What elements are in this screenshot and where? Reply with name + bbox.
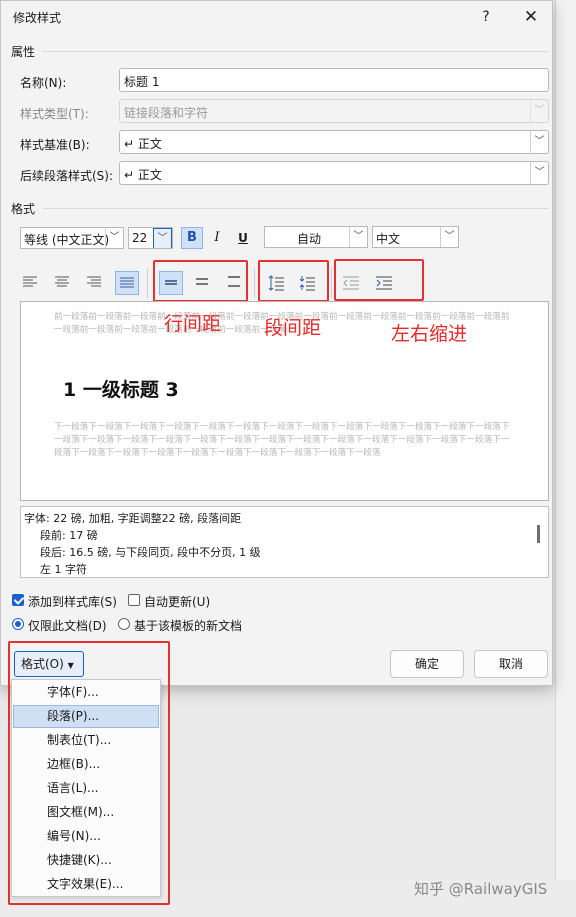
style-type-label: 样式类型(T): [20, 107, 89, 121]
auto-update-label[interactable]: 自动更新(U) [144, 593, 210, 610]
align-right-button[interactable] [83, 271, 107, 295]
description-line: 左 1 字符 [40, 563, 87, 576]
font-size-dropdown[interactable]: 22 ﹀ [128, 227, 173, 249]
chevron-down-icon[interactable]: ﹀ [349, 227, 367, 247]
indent-highlight [334, 259, 424, 301]
description-line: 段后: 16.5 磅, 与下段同页, 段中不分页, 1 级 [40, 546, 261, 559]
align-right-icon [87, 276, 101, 287]
properties-divider [43, 51, 548, 52]
title-bar: 修改样式 ? ✕ [1, 1, 554, 33]
align-center-icon [55, 276, 69, 287]
chevron-down-icon: ﹀ [530, 100, 548, 122]
font-value: 等线 (中文正文) [24, 233, 110, 247]
style-type-dropdown: 链接段落和字符 ﹀ [119, 99, 549, 123]
modify-style-dialog: 修改样式 ? ✕ 属性 名称(N): 标题 1 样式类型(T): 链接段落和字符… [0, 0, 553, 686]
based-on-label: 样式基准(B): [20, 138, 90, 152]
dialog-title: 修改样式 [13, 11, 62, 25]
justify-button[interactable] [115, 271, 139, 295]
description-scrollbar[interactable] [537, 525, 540, 543]
line-spacing-annotation: 行间距 [164, 313, 222, 335]
bold-button[interactable]: B [181, 227, 203, 249]
align-left-button[interactable] [19, 271, 43, 295]
name-label: 名称(N): [20, 76, 67, 90]
only-this-document-label[interactable]: 仅限此文档(D) [28, 617, 107, 634]
following-style-value: ↵ 正文 [124, 168, 162, 182]
close-icon[interactable]: ✕ [518, 5, 544, 29]
add-to-gallery-checkbox[interactable] [12, 594, 24, 606]
add-to-gallery-label[interactable]: 添加到样式库(S) [28, 593, 117, 610]
chevron-down-icon[interactable]: ﹀ [530, 131, 548, 153]
formatting-divider [43, 208, 548, 209]
preview-heading: 1 一级标题 3 [63, 379, 179, 401]
background-window-edge [555, 0, 576, 917]
script-dropdown[interactable]: 中文 ﹀ [372, 226, 459, 248]
chevron-down-icon[interactable]: ﹀ [105, 228, 123, 248]
chevron-down-icon[interactable]: ﹀ [153, 228, 172, 248]
watermark: 知乎 @RailwayGIS [414, 880, 548, 898]
description-line: 字体: 22 磅, 加粗, 字距调整22 磅, 段落间距 [24, 512, 242, 525]
preview-next-paragraph: 下一段落下一段落下一段落下一段落下一段落下一段落下一段落下一段落下一段落下一段落… [54, 422, 510, 458]
name-value: 标题 1 [124, 75, 160, 89]
paragraph-spacing-annotation: 段间距 [264, 317, 322, 339]
justify-icon [120, 277, 134, 288]
script-value: 中文 [376, 232, 401, 246]
ok-button[interactable]: 确定 [390, 650, 464, 678]
style-description: 字体: 22 磅, 加粗, 字距调整22 磅, 段落间距 段前: 17 磅 段后… [20, 506, 549, 578]
font-size-value: 22 [132, 231, 148, 245]
help-icon[interactable]: ? [473, 5, 499, 29]
indent-annotation: 左右缩进 [391, 323, 468, 345]
underline-button[interactable]: U [232, 227, 254, 249]
based-on-dropdown[interactable]: ↵ 正文 ﹀ [119, 130, 549, 154]
formatting-section-label: 格式 [11, 202, 36, 216]
new-docs-template-label[interactable]: 基于该模板的新文档 [134, 617, 242, 634]
toolbar-separator [331, 268, 332, 298]
font-color-dropdown[interactable]: 自动 ﹀ [264, 226, 368, 248]
chevron-down-icon[interactable]: ﹀ [530, 162, 548, 184]
auto-update-checkbox[interactable] [128, 594, 140, 606]
toolbar-separator [254, 268, 255, 298]
format-menu-highlight [8, 641, 170, 905]
properties-section-label: 属性 [11, 45, 36, 59]
name-field[interactable]: 标题 1 [119, 68, 549, 92]
italic-button[interactable]: I [206, 227, 228, 249]
align-center-button[interactable] [51, 271, 75, 295]
paragraph-spacing-highlight [258, 260, 329, 302]
line-spacing-highlight [153, 260, 248, 302]
align-left-icon [23, 276, 37, 287]
based-on-value: ↵ 正文 [124, 137, 162, 151]
style-type-value: 链接段落和字符 [124, 106, 209, 120]
font-color-value: 自动 [297, 232, 322, 246]
chevron-down-icon[interactable]: ﹀ [440, 227, 458, 247]
toolbar-separator [147, 268, 148, 298]
cancel-button[interactable]: 取消 [474, 650, 548, 678]
description-line: 段前: 17 磅 [40, 529, 98, 542]
following-style-dropdown[interactable]: ↵ 正文 ﹀ [119, 161, 549, 185]
new-docs-template-radio[interactable] [118, 618, 130, 630]
font-dropdown[interactable]: 等线 (中文正文) ﹀ [20, 227, 124, 249]
following-style-label: 后续段落样式(S): [20, 169, 114, 183]
only-this-document-radio[interactable] [12, 618, 24, 630]
